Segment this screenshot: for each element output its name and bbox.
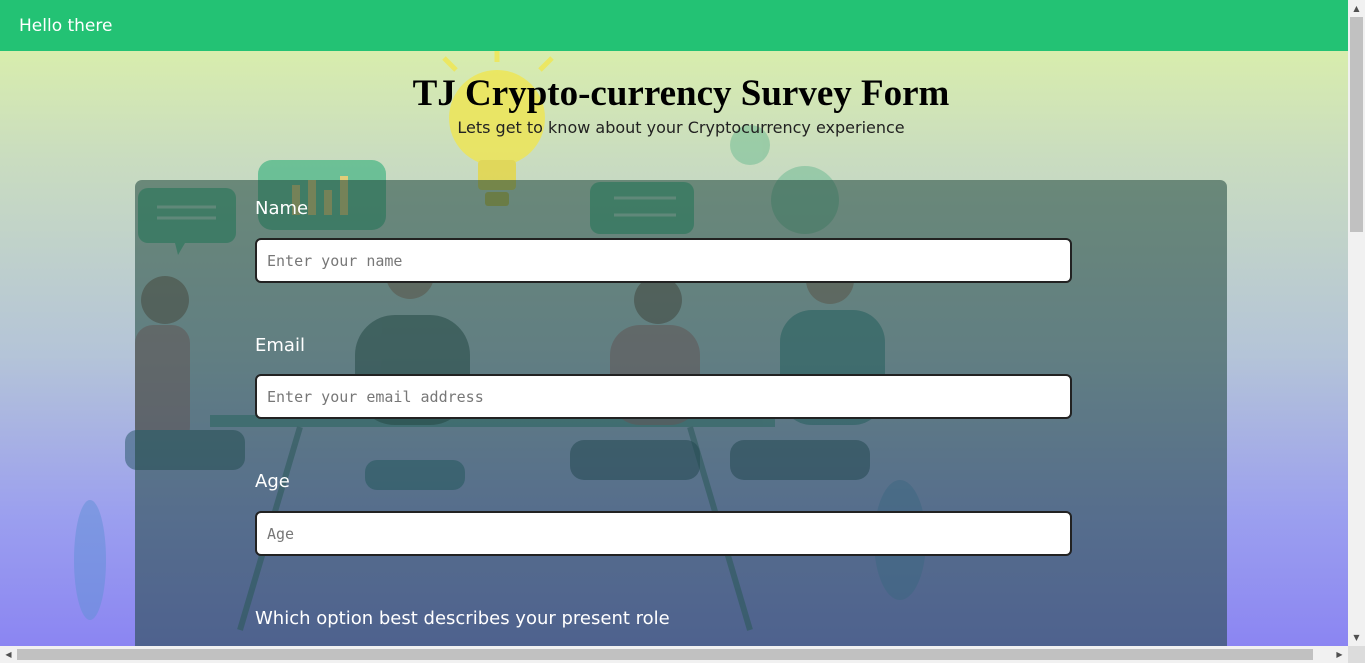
age-input[interactable] xyxy=(255,511,1072,556)
scrollbar-corner xyxy=(1348,646,1365,663)
name-input[interactable] xyxy=(255,238,1072,283)
scroll-right-icon[interactable]: ▶ xyxy=(1331,646,1348,663)
email-label: Email xyxy=(255,335,305,356)
scroll-up-icon[interactable]: ▲ xyxy=(1348,0,1365,17)
email-input[interactable] xyxy=(255,374,1072,419)
page-header: TJ Crypto-currency Survey Form Lets get … xyxy=(0,72,1348,137)
horizontal-scroll-thumb[interactable] xyxy=(17,649,1313,660)
scroll-down-icon[interactable]: ▼ xyxy=(1348,629,1365,646)
role-question-label: Which option best describes your present… xyxy=(255,608,670,629)
age-label: Age xyxy=(255,471,290,492)
navbar: Hello there xyxy=(0,0,1348,51)
horizontal-scrollbar[interactable]: ◀ ▶ xyxy=(0,646,1348,663)
scroll-left-icon[interactable]: ◀ xyxy=(0,646,17,663)
page-title: TJ Crypto-currency Survey Form xyxy=(412,73,950,114)
name-label: Name xyxy=(255,198,309,219)
page-subtitle: Lets get to know about your Cryptocurren… xyxy=(457,118,905,137)
page-viewport: Hello there TJ Crypto-currency Survey Fo… xyxy=(0,0,1348,646)
vertical-scroll-thumb[interactable] xyxy=(1350,17,1363,232)
navbar-title: Hello there xyxy=(19,15,113,36)
vertical-scrollbar[interactable]: ▲ ▼ xyxy=(1348,0,1365,646)
